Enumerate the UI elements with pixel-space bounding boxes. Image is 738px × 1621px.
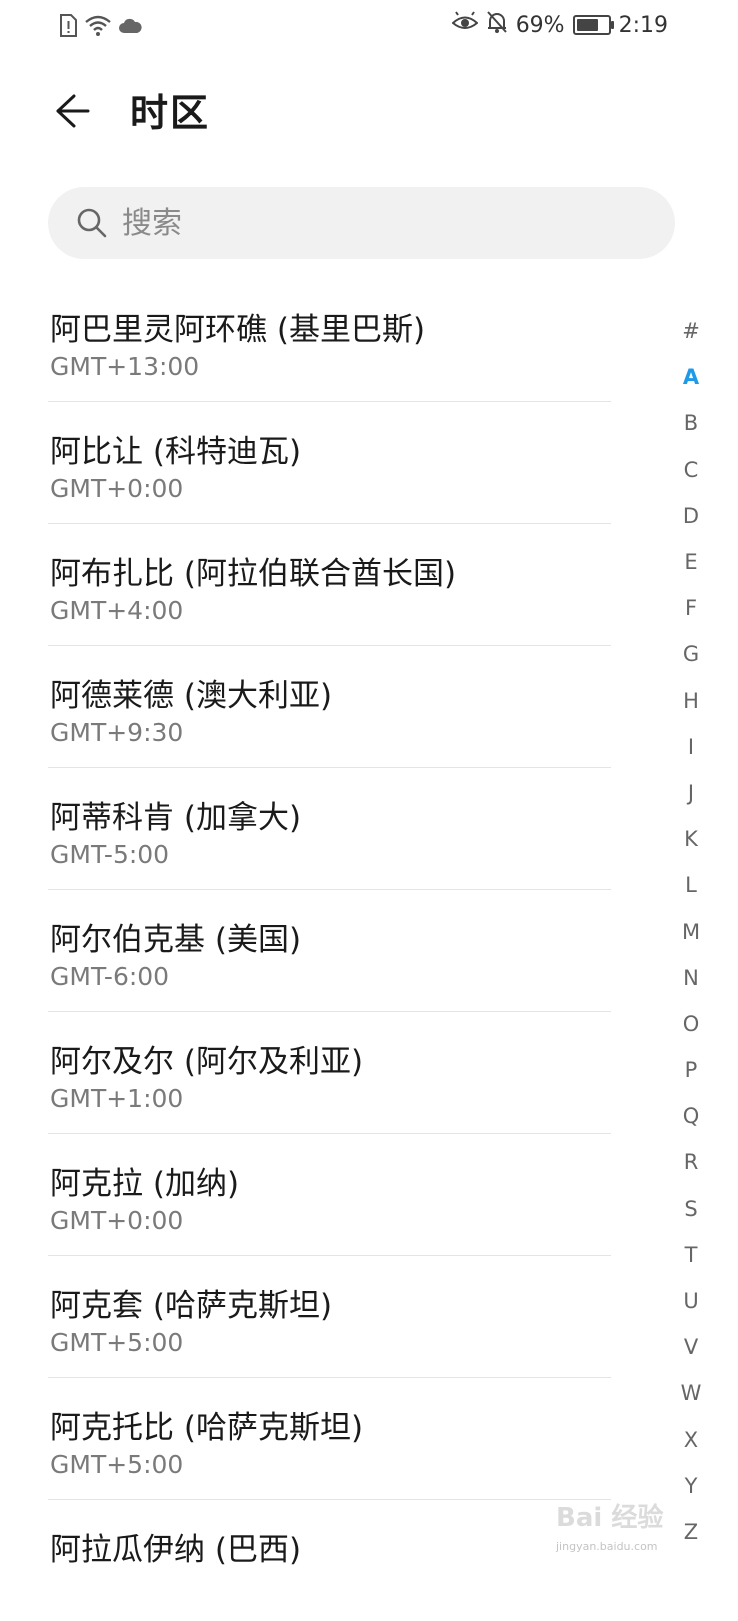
cloud-icon — [118, 17, 142, 39]
timezone-list-item[interactable]: 阿巴里灵阿环礁 (基里巴斯) GMT+13:00 — [48, 280, 611, 402]
status-bar: 69% 2:19 — [0, 0, 738, 56]
timezone-name: 阿克拉 (加纳) — [50, 1166, 240, 1202]
timezone-name: 阿比让 (科特迪瓦) — [50, 434, 302, 470]
eye-comfort-icon — [451, 11, 479, 39]
timezone-list: 阿巴里灵阿环礁 (基里巴斯) GMT+13:00 阿比让 (科特迪瓦) GMT+0:0… — [48, 280, 611, 1621]
alphabet-index-letter[interactable]: D — [671, 493, 711, 539]
timezone-name: 阿蒂科肯 (加拿大) — [50, 800, 302, 836]
alphabet-index[interactable]: # A B C D E F G H I J K L M N O P Q R S T U V W X Y Z — [671, 308, 711, 1555]
alphabet-index-letter[interactable]: I — [671, 724, 711, 770]
timezone-name: 阿拉瓜伊纳 (巴西) — [50, 1532, 302, 1568]
wifi-icon — [84, 15, 112, 41]
timezone-name: 阿尔伯克基 (美国) — [50, 922, 302, 958]
search-input[interactable] — [120, 204, 604, 242]
timezone-offset: GMT-6:00 — [50, 962, 170, 991]
timezone-name: 阿布扎比 (阿拉伯联合酋长国) — [50, 556, 457, 592]
status-left-icons — [58, 14, 142, 42]
alphabet-index-letter[interactable]: Q — [671, 1093, 711, 1139]
timezone-offset: GMT+5:00 — [50, 1450, 184, 1479]
sim-alert-icon — [58, 14, 78, 42]
timezone-name: 阿巴里灵阿环礁 (基里巴斯) — [50, 312, 426, 348]
search-box[interactable] — [48, 187, 675, 259]
alphabet-index-letter[interactable]: R — [671, 1139, 711, 1185]
timezone-list-item[interactable]: 阿克拉 (加纳) GMT+0:00 — [48, 1134, 611, 1256]
alphabet-index-letter[interactable]: V — [671, 1324, 711, 1370]
alphabet-index-letter[interactable]: S — [671, 1186, 711, 1232]
alphabet-index-letter[interactable]: A — [671, 354, 711, 400]
battery-icon — [572, 15, 614, 35]
timezone-offset: GMT+0:00 — [50, 1206, 184, 1235]
timezone-list-item[interactable]: 阿拉瓜伊纳 (巴西) — [48, 1500, 611, 1621]
watermark-logo: Bai 经验 — [556, 1492, 688, 1538]
search-icon — [74, 205, 110, 241]
bell-off-icon — [486, 10, 508, 40]
alphabet-index-letter[interactable]: X — [671, 1417, 711, 1463]
timezone-name: 阿尔及尔 (阿尔及利亚) — [50, 1044, 364, 1080]
alphabet-index-letter[interactable]: W — [671, 1370, 711, 1416]
alphabet-index-letter[interactable]: P — [671, 1047, 711, 1093]
timezone-list-item[interactable]: 阿蒂科肯 (加拿大) GMT-5:00 — [48, 768, 611, 890]
alphabet-index-letter[interactable]: K — [671, 816, 711, 862]
timezone-name: 阿克套 (哈萨克斯坦) — [50, 1288, 333, 1324]
alphabet-index-letter[interactable]: J — [671, 770, 711, 816]
alphabet-index-letter[interactable]: C — [671, 447, 711, 493]
alphabet-index-letter[interactable]: F — [671, 585, 711, 631]
watermark-subtext: jingyan.baidu.com — [556, 1540, 658, 1553]
timezone-list-item[interactable]: 阿比让 (科特迪瓦) GMT+0:00 — [48, 402, 611, 524]
app-header: 时区 — [0, 70, 738, 154]
alphabet-index-letter[interactable]: H — [671, 678, 711, 724]
timezone-offset: GMT+13:00 — [50, 352, 200, 381]
alphabet-index-letter[interactable]: G — [671, 631, 711, 677]
page-title: 时区 — [130, 91, 211, 135]
alphabet-index-letter[interactable]: U — [671, 1278, 711, 1324]
timezone-offset: GMT+1:00 — [50, 1084, 184, 1113]
back-button[interactable] — [44, 86, 98, 140]
timezone-name: 阿克托比 (哈萨克斯坦) — [50, 1410, 364, 1446]
alphabet-index-letter[interactable]: B — [671, 400, 711, 446]
timezone-offset: GMT+9:30 — [50, 718, 184, 747]
battery-fill — [576, 19, 598, 31]
alphabet-index-letter[interactable]: # — [671, 308, 711, 354]
timezone-offset: GMT+0:00 — [50, 474, 184, 503]
timezone-list-item[interactable]: 阿尔及尔 (阿尔及利亚) GMT+1:00 — [48, 1012, 611, 1134]
alphabet-index-letter[interactable]: E — [671, 539, 711, 585]
watermark-text: Bai 经验 — [556, 1502, 664, 1533]
timezone-offset: GMT+5:00 — [50, 1328, 184, 1357]
arrow-left-icon — [50, 90, 92, 136]
timezone-offset: GMT-5:00 — [50, 840, 170, 869]
timezone-list-item[interactable]: 阿德莱德 (澳大利亚) GMT+9:30 — [48, 646, 611, 768]
timezone-list-item[interactable]: 阿尔伯克基 (美国) GMT-6:00 — [48, 890, 611, 1012]
alphabet-index-letter[interactable]: N — [671, 955, 711, 1001]
timezone-list-item[interactable]: 阿布扎比 (阿拉伯联合酋长国) GMT+4:00 — [48, 524, 611, 646]
timezone-offset: GMT+4:00 — [50, 596, 184, 625]
timezone-name: 阿德莱德 (澳大利亚) — [50, 678, 333, 714]
alphabet-index-letter[interactable]: T — [671, 1232, 711, 1278]
timezone-list-item[interactable]: 阿克托比 (哈萨克斯坦) GMT+5:00 — [48, 1378, 611, 1500]
clock-time: 2:19 — [618, 12, 668, 38]
battery-percent: 69% — [515, 12, 565, 38]
status-right-icons: 69% 2:19 — [451, 10, 668, 40]
timezone-list-item[interactable]: 阿克套 (哈萨克斯坦) GMT+5:00 — [48, 1256, 611, 1378]
alphabet-index-letter[interactable]: M — [671, 908, 711, 954]
alphabet-index-letter[interactable]: L — [671, 862, 711, 908]
alphabet-index-letter[interactable]: O — [671, 1001, 711, 1047]
